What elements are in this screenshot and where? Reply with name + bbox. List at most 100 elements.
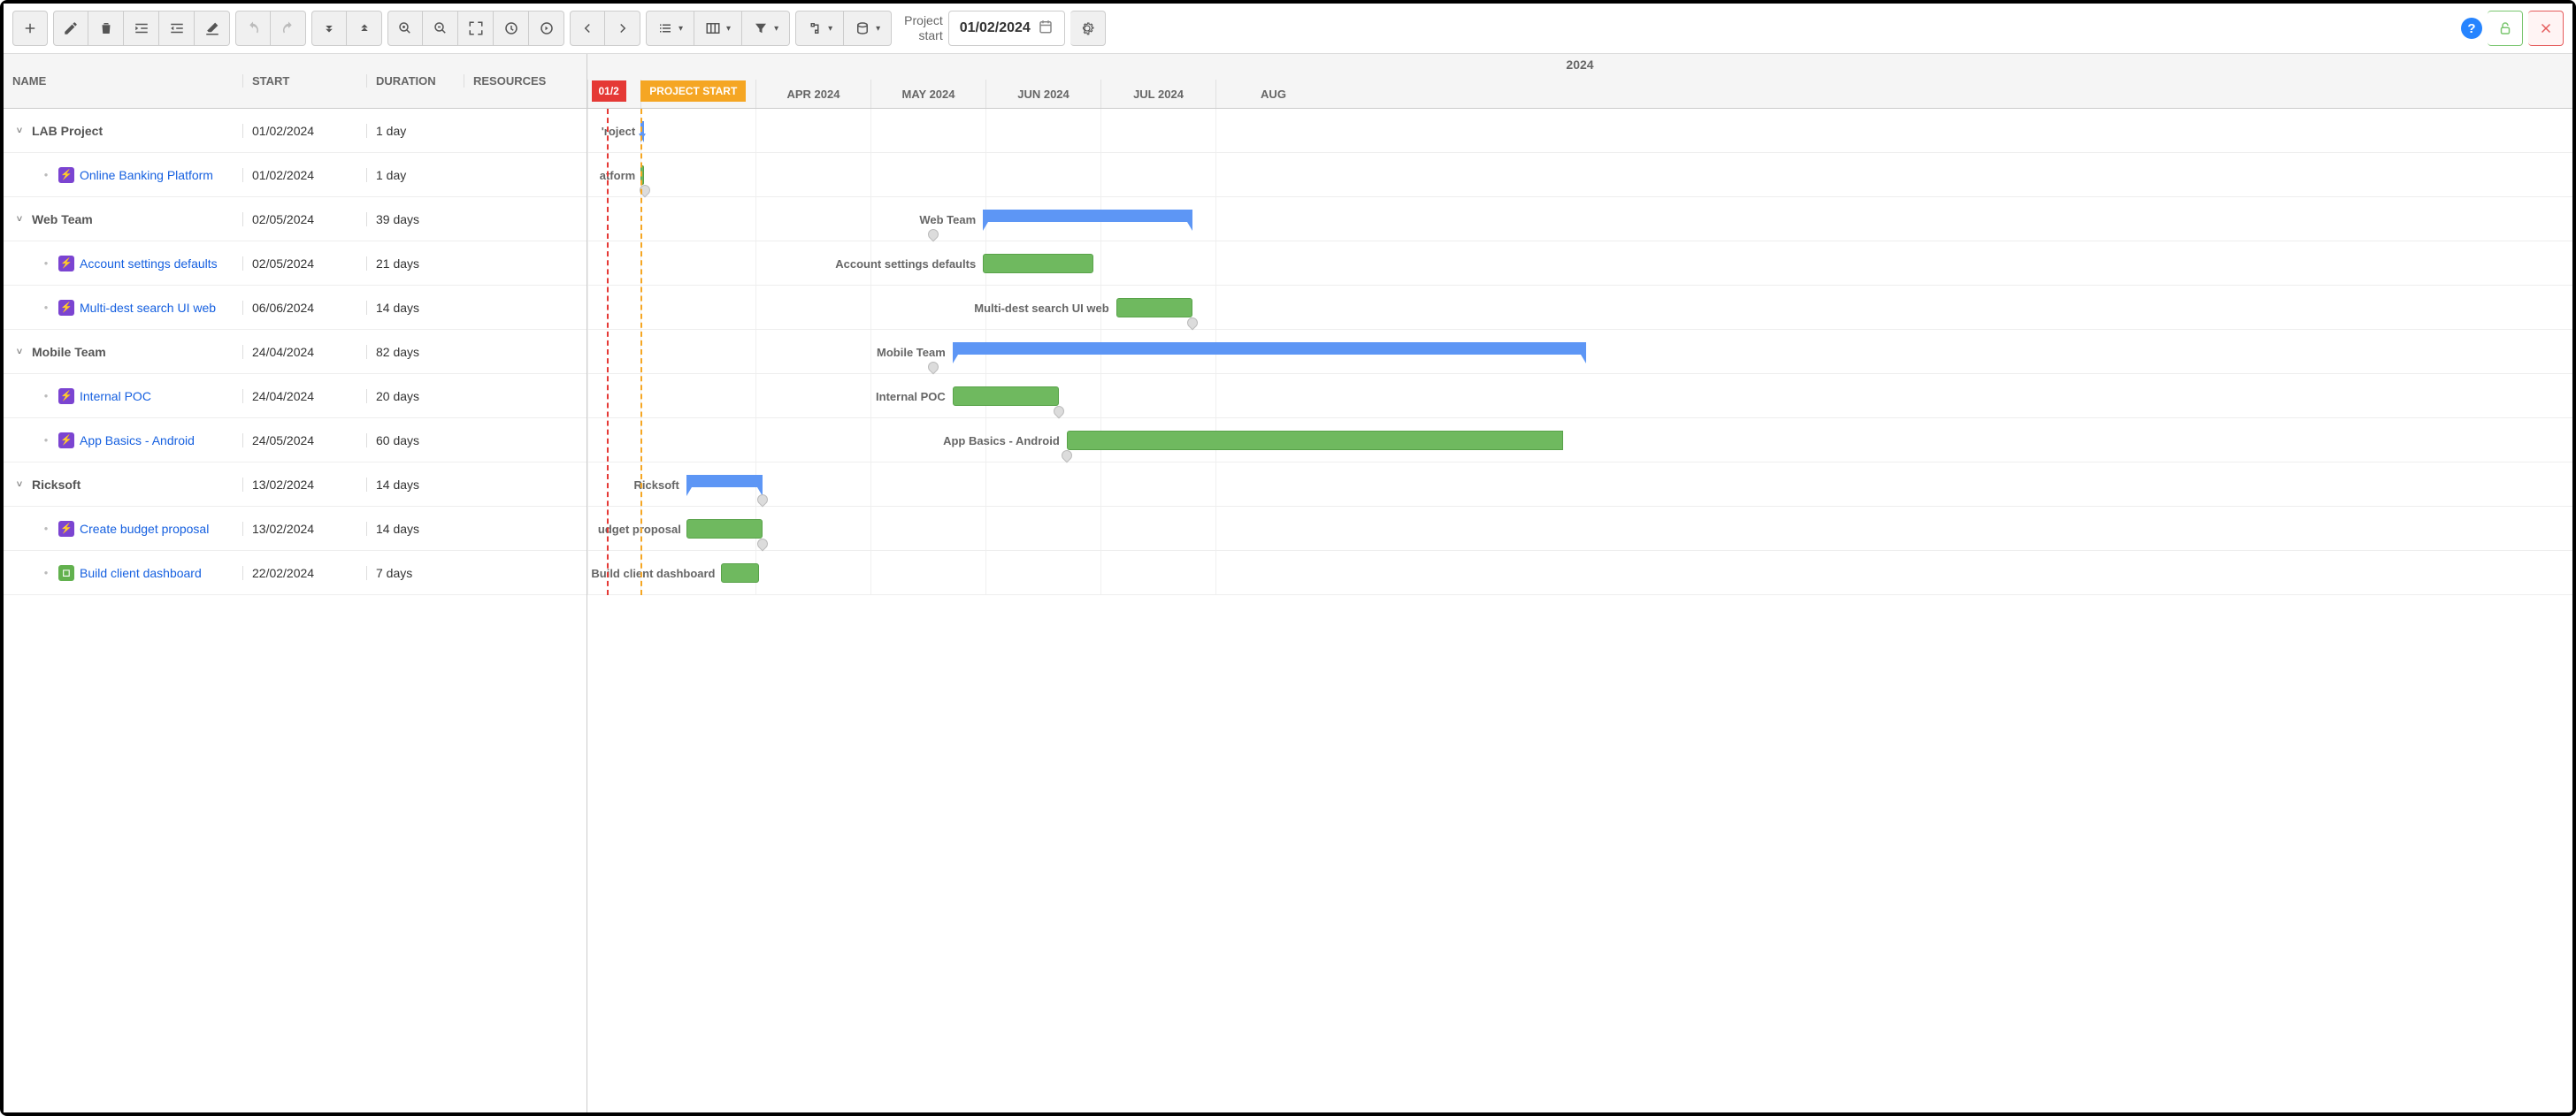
row-duration[interactable]: 60 days [366,433,464,447]
task-bar[interactable] [686,519,763,539]
milestone-icon[interactable] [637,183,652,198]
add-button[interactable] [12,11,48,46]
row-duration[interactable]: 7 days [366,566,464,580]
row-duration[interactable]: 39 days [366,212,464,226]
row-start-date[interactable]: 24/04/2024 [242,345,366,359]
row-start-date[interactable]: 01/02/2024 [242,124,366,138]
filter-button[interactable]: ▾ [742,11,790,46]
task-link[interactable]: Create budget proposal [80,522,209,536]
row-duration[interactable]: 82 days [366,345,464,359]
row-duration[interactable]: 21 days [366,256,464,271]
collapse-all-button[interactable] [347,11,382,46]
columns-button[interactable]: ▾ [694,11,742,46]
milestone-icon[interactable] [755,537,770,552]
zoom-fit-button[interactable] [458,11,494,46]
erase-button[interactable] [195,11,230,46]
task-row[interactable]: ●⚡Online Banking Platform01/02/20241 day [4,153,586,197]
close-button[interactable] [2528,11,2564,46]
col-header-start[interactable]: START [242,74,366,88]
row-start-date[interactable]: 13/02/2024 [242,522,366,536]
milestone-icon[interactable] [1052,404,1067,419]
zoom-out-button[interactable] [423,11,458,46]
gantt-row[interactable]: Mobile Team [587,330,2572,374]
group-bar[interactable] [983,210,1192,222]
help-button[interactable]: ? [2461,18,2482,39]
milestone-icon[interactable] [1059,448,1074,463]
milestone-icon[interactable] [926,360,941,375]
col-header-duration[interactable]: DURATION [366,74,464,88]
task-bar[interactable] [1116,298,1192,317]
expand-chevron-icon[interactable]: ˅ [12,214,27,225]
row-start-date[interactable]: 02/05/2024 [242,212,366,226]
task-row[interactable]: ●⚡Account settings defaults02/05/202421 … [4,241,586,286]
settings-button[interactable] [1070,11,1106,46]
expand-chevron-icon[interactable]: ˅ [12,347,27,357]
group-bar[interactable] [686,475,763,487]
task-row[interactable]: ●⚡Create budget proposal13/02/202414 day… [4,507,586,551]
prev-button[interactable] [570,11,605,46]
project-start-date-input[interactable]: 01/02/2024 [948,11,1065,46]
task-bar[interactable] [983,254,1093,273]
row-duration[interactable]: 14 days [366,478,464,492]
expand-all-button[interactable] [311,11,347,46]
task-row[interactable]: ●⚡App Basics - Android24/05/202460 days [4,418,586,462]
task-bar[interactable] [1067,431,1563,450]
task-link[interactable]: Online Banking Platform [80,168,213,182]
task-link[interactable]: App Basics - Android [80,433,195,447]
unlock-button[interactable] [2488,11,2523,46]
col-header-resources[interactable]: RESOURCES [464,74,586,88]
gantt-body[interactable]: 'rojectatformWeb TeamAccount settings de… [587,109,2572,595]
row-start-date[interactable]: 06/06/2024 [242,301,366,315]
edit-button[interactable] [53,11,88,46]
row-start-date[interactable]: 02/05/2024 [242,256,366,271]
row-duration[interactable]: 1 day [366,124,464,138]
group-row[interactable]: ˅Mobile Team24/04/202482 days [4,330,586,374]
gantt-row[interactable]: atform [587,153,2572,197]
expand-chevron-icon[interactable]: ˅ [12,479,27,490]
task-link[interactable]: Internal POC [80,389,151,403]
gantt-row[interactable]: Web Team [587,197,2572,241]
redo-button[interactable] [271,11,306,46]
gantt-row[interactable]: Account settings defaults [587,241,2572,286]
gantt-row[interactable]: udget proposal [587,507,2572,551]
gantt-row[interactable]: App Basics - Android [587,418,2572,462]
expand-chevron-icon[interactable]: ˅ [12,126,27,136]
group-row[interactable]: ˅Ricksoft13/02/202414 days [4,462,586,507]
row-duration[interactable]: 20 days [366,389,464,403]
gantt-row[interactable]: Build client dashboard [587,551,2572,595]
list-options-button[interactable]: ▾ [646,11,694,46]
row-duration[interactable]: 14 days [366,522,464,536]
group-bar[interactable] [953,342,1586,355]
group-row[interactable]: ˅Web Team02/05/202439 days [4,197,586,241]
dependencies-button[interactable]: ▾ [795,11,844,46]
outdent-button[interactable] [159,11,195,46]
row-duration[interactable]: 1 day [366,168,464,182]
task-bar[interactable] [953,386,1059,406]
col-header-name[interactable]: NAME [4,74,242,88]
task-bar[interactable] [721,563,759,583]
milestone-icon[interactable] [1184,316,1200,331]
row-start-date[interactable]: 24/04/2024 [242,389,366,403]
task-link[interactable]: Multi-dest search UI web [80,301,216,315]
goto-today-button[interactable] [494,11,529,46]
zoom-in-button[interactable] [387,11,423,46]
gantt-row[interactable]: Ricksoft [587,462,2572,507]
row-start-date[interactable]: 01/02/2024 [242,168,366,182]
row-start-date[interactable]: 22/02/2024 [242,566,366,580]
task-row[interactable]: ●⚡Multi-dest search UI web06/06/202414 d… [4,286,586,330]
indent-button[interactable] [124,11,159,46]
milestone-icon[interactable] [926,227,941,242]
next-button[interactable] [605,11,640,46]
task-link[interactable]: Account settings defaults [80,256,218,271]
undo-button[interactable] [235,11,271,46]
task-link[interactable]: Build client dashboard [80,566,202,580]
delete-button[interactable] [88,11,124,46]
gantt-row[interactable]: Multi-dest search UI web [587,286,2572,330]
row-start-date[interactable]: 13/02/2024 [242,478,366,492]
row-duration[interactable]: 14 days [366,301,464,315]
gantt-row[interactable]: 'roject [587,109,2572,153]
baseline-button[interactable]: ▾ [844,11,892,46]
task-row[interactable]: ●◻Build client dashboard22/02/20247 days [4,551,586,595]
gantt-row[interactable]: Internal POC [587,374,2572,418]
goto-start-button[interactable] [529,11,564,46]
